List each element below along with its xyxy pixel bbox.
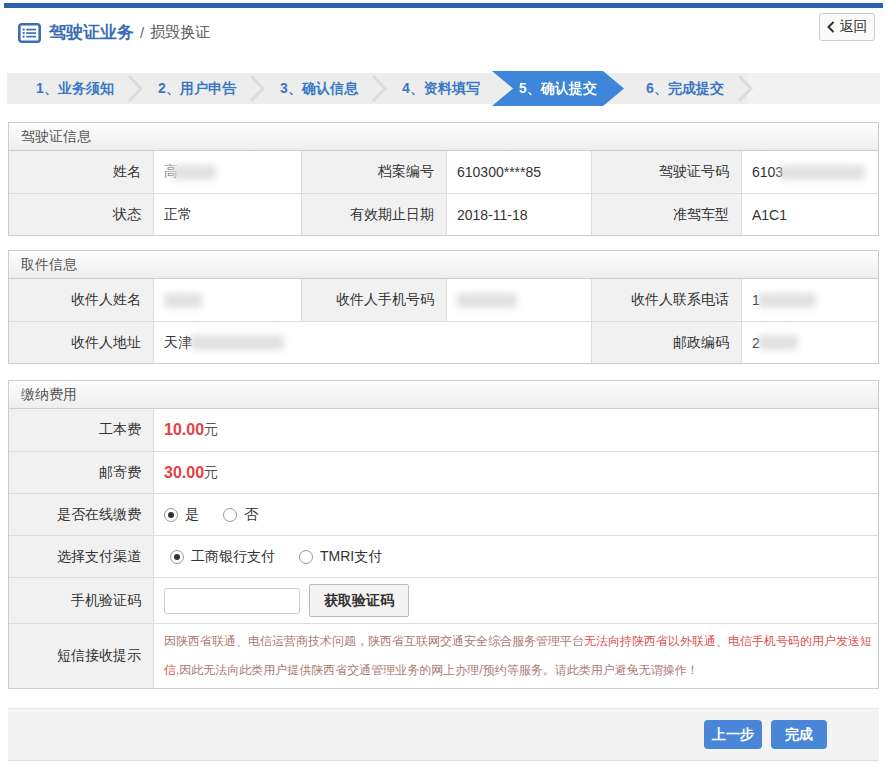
step-5-active[interactable]: 5、确认提交 (492, 71, 624, 106)
captcha-input[interactable] (164, 588, 300, 614)
get-captcha-button[interactable]: 获取验证码 (309, 584, 409, 617)
cost-fee-value: 10.00元 (153, 409, 878, 451)
chevron-left-icon (827, 21, 835, 33)
back-button[interactable]: 返回 (819, 13, 875, 41)
captcha-label: 手机验证码 (9, 577, 153, 623)
redacted-blur (190, 335, 284, 350)
online-pay-options: 是 否 (153, 493, 878, 535)
back-label: 返回 (840, 18, 868, 36)
breadcrumb-separator: / (140, 24, 144, 41)
step-separator (736, 73, 760, 104)
step-1[interactable]: 1、业务须知 (14, 73, 136, 104)
redacted-blur (457, 293, 517, 308)
expiry-label: 有效期止日期 (301, 193, 446, 235)
radio-channel-icbc[interactable]: 工商银行支付 (170, 548, 275, 566)
redacted-blur (779, 165, 865, 180)
file-no-label: 档案编号 (301, 151, 446, 193)
name-label: 姓名 (9, 151, 153, 193)
class-value: A1C1 (741, 193, 878, 235)
radio-selected-icon (170, 550, 184, 564)
radio-online-no[interactable]: 否 (223, 506, 258, 524)
step-6[interactable]: 6、完成提交 (624, 73, 746, 104)
recipient-address-label: 收件人地址 (9, 321, 153, 363)
section-pickup-info: 取件信息 收件人姓名 收件人手机号码 收件人联系电话 1 收件人地址 天津 邮政… (8, 250, 879, 364)
redacted-blur (758, 293, 816, 308)
finish-button[interactable]: 完成 (771, 720, 827, 749)
section-fees-title: 缴纳费用 (9, 381, 878, 409)
postage-fee-label: 邮寄费 (9, 451, 153, 493)
list-icon (18, 23, 41, 43)
step-separator (248, 73, 272, 104)
previous-step-button[interactable]: 上一步 (704, 720, 762, 749)
footer-bar: 上一步 完成 (8, 708, 879, 761)
section-license-title: 驾驶证信息 (9, 123, 878, 151)
recipient-name-value (153, 279, 301, 321)
page-header: 驾驶证业务 / 损毁换证 返回 (0, 8, 887, 57)
step-4[interactable]: 4、资料填写 (380, 73, 502, 104)
zip-value: 2 (741, 321, 878, 363)
radio-unselected-icon (299, 550, 313, 564)
step-2[interactable]: 2、用户申告 (136, 73, 258, 104)
pay-channel-label: 选择支付渠道 (9, 535, 153, 577)
expiry-value: 2018-11-18 (446, 193, 591, 235)
redacted-blur (164, 293, 202, 308)
step-separator (370, 73, 394, 104)
pay-channel-options: 工商银行支付 TMRI支付 (153, 535, 878, 577)
section-fees: 缴纳费用 工本费 10.00元 邮寄费 30.00元 是否在线缴费 是 否 选择… (8, 380, 879, 689)
license-no-label: 驾驶证号码 (591, 151, 741, 193)
radio-unselected-icon (223, 508, 237, 522)
radio-selected-icon (164, 508, 178, 522)
redacted-blur (758, 335, 798, 350)
online-pay-label: 是否在线缴费 (9, 493, 153, 535)
recipient-tel-value: 1 (741, 279, 878, 321)
class-label: 准驾车型 (591, 193, 741, 235)
recipient-address-value: 天津 (153, 321, 591, 363)
sms-notice-label: 短信接收提示 (9, 623, 153, 688)
cost-fee-label: 工本费 (9, 409, 153, 451)
step-wizard: 1、业务须知 2、用户申告 3、确认信息 4、资料填写 5、确认提交 6、完成提… (7, 73, 880, 104)
section-pickup-title: 取件信息 (9, 251, 878, 279)
page-title: 驾驶证业务 (49, 21, 134, 44)
step-3[interactable]: 3、确认信息 (258, 73, 380, 104)
captcha-row: 获取验证码 (153, 577, 878, 623)
breadcrumb-current: 损毁换证 (150, 23, 210, 42)
recipient-mobile-label: 收件人手机号码 (301, 279, 446, 321)
radio-online-yes[interactable]: 是 (164, 506, 199, 524)
redacted-blur (172, 165, 216, 180)
zip-label: 邮政编码 (591, 321, 741, 363)
sms-notice-text: 因陕西省联通、电信运营商技术问题，陕西省互联网交通安全综合服务管理平台无法向持陕… (153, 623, 878, 688)
recipient-name-label: 收件人姓名 (9, 279, 153, 321)
recipient-mobile-value (446, 279, 591, 321)
status-value: 正常 (153, 193, 301, 235)
step-separator (126, 73, 150, 104)
file-no-value: 610300****85 (446, 151, 591, 193)
license-no-value: 6103 (741, 151, 878, 193)
status-label: 状态 (9, 193, 153, 235)
step-bar-filler (748, 73, 880, 104)
section-license-info: 驾驶证信息 姓名 高 档案编号 610300****85 驾驶证号码 6103 … (8, 122, 879, 236)
radio-channel-tmri[interactable]: TMRI支付 (299, 548, 382, 566)
name-value: 高 (153, 151, 301, 193)
postage-fee-value: 30.00元 (153, 451, 878, 493)
recipient-tel-label: 收件人联系电话 (591, 279, 741, 321)
